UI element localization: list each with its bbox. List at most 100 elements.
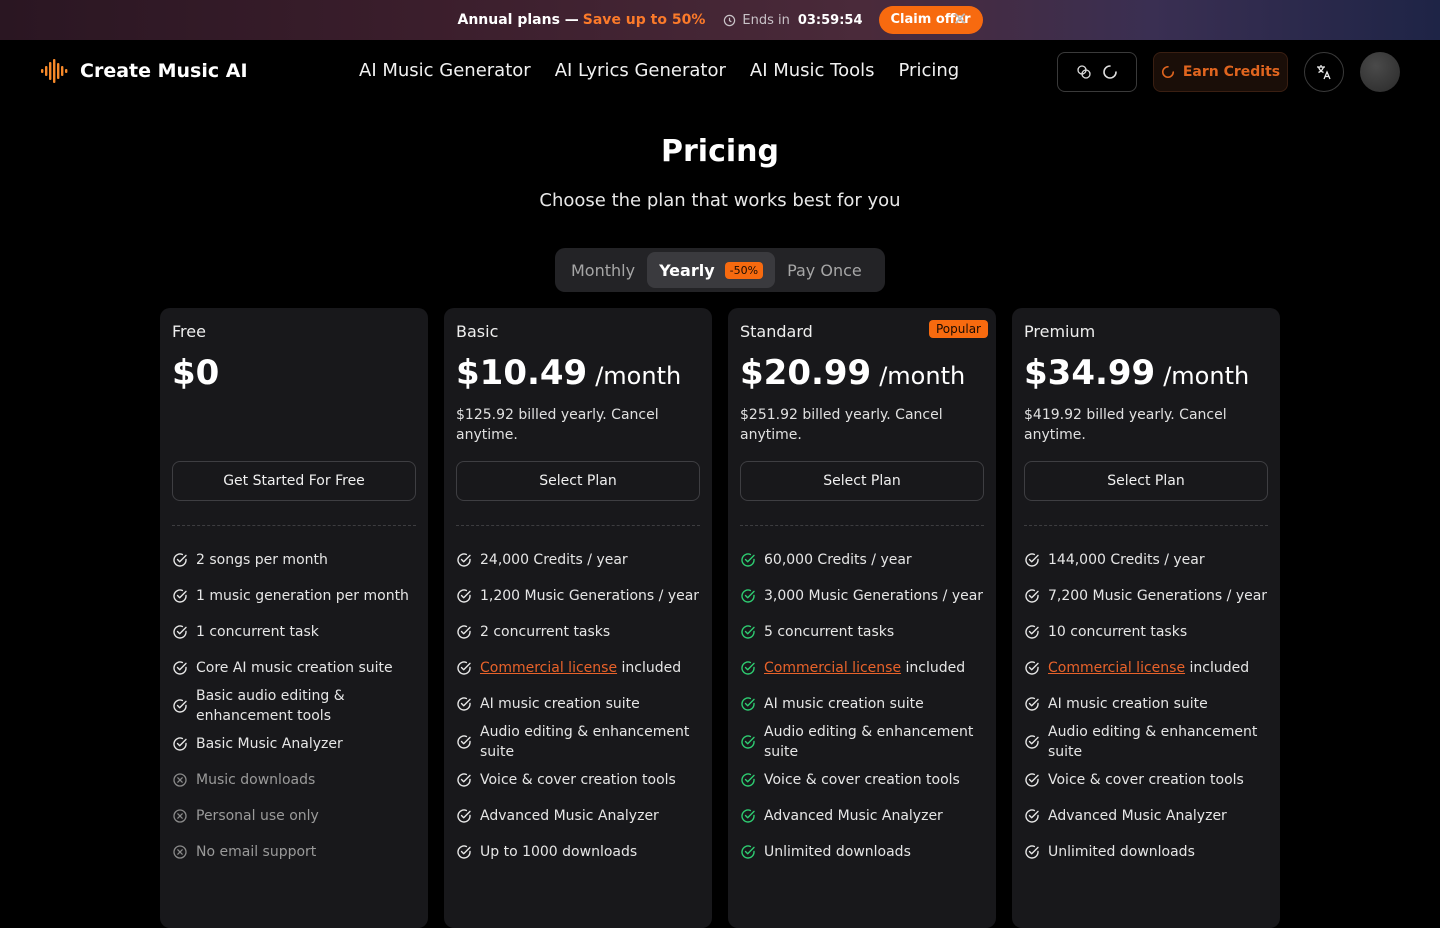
discount-badge: -50% (724, 261, 764, 279)
loading-spinner-icon (1161, 65, 1174, 78)
feature-item: Advanced Music Analyzer (740, 798, 984, 834)
feature-text: 1 concurrent task (196, 624, 319, 640)
check-circle-icon (741, 589, 755, 603)
close-icon[interactable]: ✕ (950, 10, 970, 30)
check-circle-icon (1025, 661, 1039, 675)
translate-icon (1317, 65, 1331, 80)
language-button[interactable] (1304, 52, 1344, 92)
select-plan-button[interactable]: Select Plan (740, 461, 984, 501)
check-circle-icon (1025, 589, 1039, 603)
menu-item-lyrics-generator[interactable]: AI Lyrics Generator (555, 60, 726, 81)
check-circle-icon (1025, 773, 1039, 787)
check-circle-icon (457, 661, 471, 675)
feature-list: 2 songs per month 1 music generation per … (172, 542, 416, 870)
countdown-timer: 03:59:54 (797, 12, 863, 28)
select-plan-button[interactable]: Select Plan (1024, 461, 1268, 501)
check-circle-icon (457, 697, 471, 711)
feature-text: included (617, 660, 682, 676)
feature-text: Basic Music Analyzer (196, 736, 343, 752)
check-circle-icon (1025, 553, 1039, 567)
select-plan-button[interactable]: Get Started For Free (172, 461, 416, 501)
select-plan-button[interactable]: Select Plan (456, 461, 700, 501)
billing-note: $251.92 billed yearly. Cancel anytime. (740, 407, 943, 443)
feature-item: 144,000 Credits / year (1024, 542, 1268, 578)
feature-item: No email support (172, 834, 416, 870)
commercial-license-link[interactable]: Commercial license (764, 660, 901, 676)
feature-item: Commercial license included (1024, 650, 1268, 686)
feature-text: Personal use only (196, 808, 319, 824)
feature-text: Core AI music creation suite (196, 660, 393, 676)
x-circle-icon (173, 809, 187, 823)
price-amount: $20.99 (740, 353, 872, 393)
toggle-pay-once[interactable]: Pay Once (775, 252, 874, 288)
check-circle-icon (741, 845, 755, 859)
feature-text: AI music creation suite (1048, 696, 1208, 712)
commercial-license-link[interactable]: Commercial license (1048, 660, 1185, 676)
plan-price: $20.99/month (740, 353, 984, 393)
toggle-yearly-label: Yearly (659, 260, 715, 280)
check-circle-icon (1025, 625, 1039, 639)
menu-item-music-tools[interactable]: AI Music Tools (750, 60, 875, 81)
feature-item: Audio editing & enhancement suite (740, 722, 984, 762)
plan-card-free: Free $0 Get Started For Free 2 songs per mo… (160, 308, 428, 928)
feature-item: Unlimited downloads (740, 834, 984, 870)
feature-text: 7,200 Music Generations / year (1048, 588, 1268, 604)
feature-text: 3,000 Music Generations / year (764, 588, 984, 604)
feature-item: Commercial license included (740, 650, 984, 686)
toggle-monthly[interactable]: Monthly (559, 252, 647, 288)
feature-item: 24,000 Credits / year (456, 542, 700, 578)
check-circle-icon (457, 809, 471, 823)
feature-text: 2 concurrent tasks (480, 624, 611, 640)
price-period: /month (879, 362, 966, 390)
promo-save: Save up to 50% (582, 12, 706, 28)
check-circle-icon (173, 661, 187, 675)
feature-item: AI music creation suite (1024, 686, 1268, 722)
check-circle-icon (741, 625, 755, 639)
price-period: /month (1163, 362, 1250, 390)
billing-note: $125.92 billed yearly. Cancel anytime. (456, 407, 659, 443)
avatar[interactable] (1360, 52, 1400, 92)
promo-ends: Ends in 03:59:54 (723, 12, 863, 28)
feature-item: 1,200 Music Generations / year (456, 578, 700, 614)
feature-list: 144,000 Credits / year 7,200 Music Genera… (1024, 542, 1268, 870)
top-nav: Create Music AI AI Music Generator AI Ly… (0, 40, 1440, 104)
check-circle-icon (173, 553, 187, 567)
soundwave-logo-icon (41, 59, 68, 83)
ends-label: Ends in (742, 12, 790, 28)
menu-item-pricing[interactable]: Pricing (899, 60, 960, 81)
earn-credits-button[interactable]: Earn Credits (1153, 52, 1288, 92)
menu-item-music-generator[interactable]: AI Music Generator (359, 60, 531, 81)
feature-item: Music downloads (172, 762, 416, 798)
commercial-license-link[interactable]: Commercial license (480, 660, 617, 676)
check-circle-icon (1025, 809, 1039, 823)
feature-text: 2 songs per month (196, 552, 328, 568)
feature-text: 60,000 Credits / year (764, 552, 912, 568)
feature-item: 2 concurrent tasks (456, 614, 700, 650)
credits-status-button[interactable] (1057, 52, 1137, 92)
plan-name: Basic (456, 322, 499, 341)
promo-title: Annual plans — (457, 12, 579, 28)
feature-item: Voice & cover creation tools (456, 762, 700, 798)
logo[interactable]: Create Music AI (40, 56, 248, 86)
check-circle-icon (457, 773, 471, 787)
feature-text: 1 music generation per month (196, 588, 409, 604)
feature-item: Audio editing & enhancement suite (1024, 722, 1268, 762)
feature-text: Up to 1000 downloads (480, 844, 638, 860)
feature-text: included (1185, 660, 1250, 676)
check-circle-icon (173, 699, 187, 713)
x-circle-icon (173, 773, 187, 787)
feature-item: 1 music generation per month (172, 578, 416, 614)
plan-price: $34.99/month (1024, 353, 1268, 393)
feature-text: included (901, 660, 966, 676)
price-amount: $34.99 (1024, 353, 1156, 393)
feature-item: AI music creation suite (456, 686, 700, 722)
brand-name: Create Music AI (80, 60, 248, 82)
feature-item: 3,000 Music Generations / year (740, 578, 984, 614)
toggle-yearly[interactable]: Yearly -50% (647, 252, 776, 288)
feature-text: Unlimited downloads (764, 844, 911, 860)
feature-text: AI music creation suite (480, 696, 640, 712)
price-amount: $10.49 (456, 353, 588, 393)
plan-price: $10.49/month (456, 353, 700, 393)
check-circle-icon (741, 697, 755, 711)
check-circle-icon (741, 661, 755, 675)
